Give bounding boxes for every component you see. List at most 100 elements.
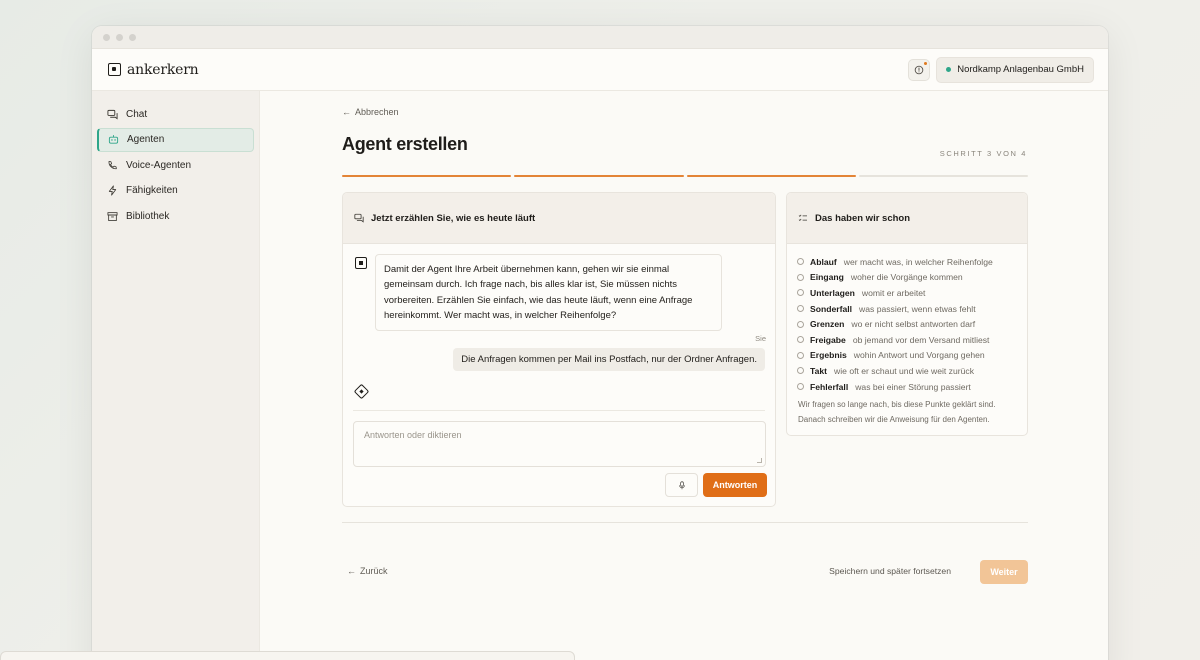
sidebar-item-label: Bibliothek [126, 210, 170, 222]
reply-button[interactable]: Antworten [703, 473, 767, 497]
agent-avatar-icon [355, 257, 367, 269]
checklist-item: Eingang woher die Vorgänge kommen [797, 270, 1019, 286]
summary-note: Wir fragen so lange nach, bis diese Punk… [798, 400, 996, 424]
step-progress [342, 175, 1028, 177]
checklist-description: was bei einer Störung passiert [855, 381, 971, 392]
microphone-icon [678, 480, 685, 489]
checklist-description: wer macht was, in welcher Reihenfolge [843, 256, 993, 267]
sidebar: Chat Agenten Voice-Agenten Fähigkeiten B… [92, 91, 260, 660]
checklist-description: wo er nicht selbst antworten darf [851, 319, 976, 330]
next-button[interactable]: Weiter [980, 560, 1028, 584]
chat-icon [107, 109, 118, 120]
checklist-term: Takt [810, 365, 828, 376]
back-label: Zurück [360, 566, 388, 576]
sidebar-item-label: Fähigkeiten [126, 185, 178, 196]
user-message: Die Anfragen kommen per Mail ins Postfac… [453, 348, 765, 371]
checklist-item: Freigabe ob jemand vor dem Versand mitlie… [797, 332, 1019, 348]
circle-icon [797, 273, 804, 281]
progress-segment [342, 175, 512, 177]
reply-input[interactable]: Antworten oder diktieren [353, 421, 766, 467]
checklist-term: Eingang [810, 272, 844, 283]
lightning-icon [108, 185, 117, 196]
window-zoom-dot[interactable] [129, 33, 136, 41]
checklist-item: Grenzen wo er nicht selbst antworten darf [797, 316, 1019, 332]
sidebar-item-label: Chat [126, 108, 148, 120]
progress-segment [858, 175, 1028, 177]
cancel-label: Abbrechen [355, 107, 399, 117]
agent-message: Damit der Agent Ihre Arbeit übernehmen k… [375, 254, 722, 332]
save-later-link[interactable]: Speichern und später fortsetzen [829, 566, 951, 576]
app-logo[interactable]: ankerkern [108, 62, 199, 78]
sidebar-item-label: Voice-Agenten [126, 159, 192, 171]
checklist-description: ob jemand vor dem Versand mitliest [852, 334, 990, 345]
page-title: Agent erstellen [342, 134, 468, 154]
sidebar-item-agenten[interactable]: Agenten [97, 127, 254, 152]
checklist-description: wie oft er schaut und wie weit zurück [834, 365, 974, 376]
checklist-item: Fehlerfall was bei einer Störung passiert [797, 379, 1019, 395]
header-actions: Nordkamp Anlagenbau GmbH [908, 56, 1094, 83]
main-content: ← Abbrechen Agent erstellen SCHRITT 3 VO… [260, 91, 1108, 660]
step-indicator: SCHRITT 3 VON 4 [939, 149, 1027, 158]
org-status-dot [946, 67, 952, 72]
window-close-dot[interactable] [103, 33, 110, 41]
window-minimize-dot[interactable] [116, 33, 123, 41]
checklist-term: Unterlagen [810, 287, 855, 298]
arrow-left-icon: ← [342, 107, 351, 117]
circle-icon [797, 305, 804, 313]
checklist-term: Fehlerfall [810, 381, 849, 392]
app-name: ankerkern [127, 61, 199, 78]
user-message-label: Sie [755, 334, 766, 343]
chat-icon [354, 213, 364, 223]
chat-panel: Jetzt erzählen Sie, wie es heute läuft D… [342, 192, 776, 507]
summary-panel: Das haben wir schon Ablauf wer macht was,… [786, 192, 1028, 436]
circle-icon [797, 383, 804, 391]
summary-panel-header: Das haben wir schon [787, 193, 1027, 244]
window-titlebar [92, 26, 1108, 49]
checklist-term: Grenzen [810, 319, 845, 330]
org-name: Nordkamp Anlagenbau GmbH [957, 64, 1084, 75]
chat-divider [353, 410, 765, 411]
checklist-description: womit er arbeitet [861, 287, 926, 298]
sidebar-item-chat[interactable]: Chat [97, 102, 254, 126]
footer-divider [342, 522, 1028, 523]
app-window: ankerkern Nordkamp Anlagenbau GmbH Chat … [92, 26, 1108, 660]
circle-icon [797, 367, 804, 375]
notification-dot [924, 61, 928, 65]
robot-icon [108, 135, 119, 144]
sidebar-item-voice-agenten[interactable]: Voice-Agenten [97, 153, 254, 177]
checklist-item: Unterlagen womit er arbeitet [797, 285, 1019, 301]
circle-icon [797, 258, 804, 266]
checklist-term: Ablauf [810, 256, 837, 267]
sidebar-item-bibliothek[interactable]: Bibliothek [97, 204, 254, 228]
checklist-description: woher die Vorgänge kommen [850, 272, 963, 283]
checklist-term: Sonderfall [810, 303, 853, 314]
circle-icon [797, 351, 804, 359]
dictate-button[interactable] [665, 473, 698, 497]
checklist-term: Freigabe [810, 334, 846, 345]
checklist-item: Ergebnis wohin Antwort und Vorgang gehen [797, 348, 1019, 364]
checklist-item: Ablauf wer macht was, in welcher Reihenfo… [797, 254, 1019, 270]
progress-segment [686, 175, 856, 177]
logo-icon [108, 63, 121, 76]
progress-segment [514, 175, 684, 177]
background-window-edge [0, 651, 575, 660]
org-switcher[interactable]: Nordkamp Anlagenbau GmbH [936, 56, 1094, 83]
checklist-description: wohin Antwort und Vorgang gehen [853, 350, 985, 361]
checklist-description: was passiert, wenn etwas fehlt [859, 303, 976, 314]
archive-icon [107, 211, 118, 221]
summary-panel-title: Das haben wir schon [815, 212, 911, 224]
cancel-link[interactable]: ← Abbrechen [342, 107, 399, 117]
arrow-left-icon: ← [347, 566, 356, 576]
circle-icon [797, 289, 804, 297]
summary-checklist: Ablauf wer macht was, in welcher Reihenfo… [797, 254, 1019, 394]
help-button[interactable] [908, 58, 931, 81]
checklist-term: Ergebnis [810, 350, 847, 361]
circle-icon [797, 336, 804, 344]
checklist-item: Takt wie oft er schaut und wie weit zurüc… [797, 363, 1019, 379]
phone-icon [108, 160, 117, 169]
back-button[interactable]: ← Zurück [347, 566, 388, 576]
resize-handle-icon[interactable] [757, 458, 762, 463]
help-icon [914, 65, 924, 74]
sidebar-item-faehigkeiten[interactable]: Fähigkeiten [97, 179, 254, 203]
reply-input-placeholder: Antworten oder diktieren [364, 430, 462, 440]
